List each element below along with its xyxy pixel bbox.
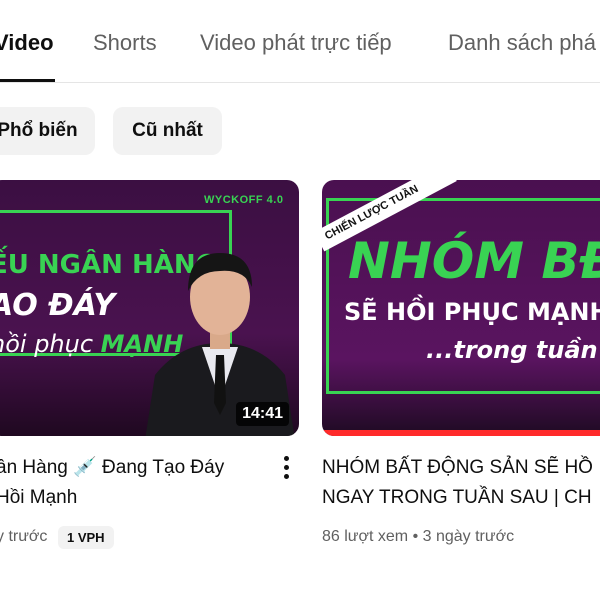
video-meta-1: y trước bbox=[0, 528, 48, 545]
channel-tabs: Video Shorts Video phát trực tiếp Danh s… bbox=[0, 0, 600, 83]
video-thumbnail-2[interactable]: CHIẾN LƯỢC TUẦN NHÓM BĐS SẼ HỒI PHỤC MẠN… bbox=[322, 180, 600, 436]
video-title-line: Hồi Mạnh bbox=[0, 487, 78, 508]
active-tab-indicator bbox=[0, 79, 55, 82]
tab-video[interactable]: Video bbox=[0, 30, 54, 56]
video-title-line: NGAY TRONG TUẦN SAU | CH bbox=[322, 487, 592, 508]
thumb-text-line2: AO ĐÁY bbox=[0, 288, 116, 323]
chip-label: Phổ biến bbox=[0, 120, 78, 141]
chip-popular[interactable]: Phổ biến bbox=[0, 107, 95, 155]
video-thumbnail-1[interactable]: WYCKOFF 4.0 ẾU NGÂN HÀNG AO ĐÁY hồi phục… bbox=[0, 180, 299, 436]
chip-label: Cũ nhất bbox=[132, 120, 203, 141]
video-duration: 14:41 bbox=[236, 402, 289, 426]
tab-live[interactable]: Video phát trực tiếp bbox=[200, 30, 392, 56]
tab-shorts[interactable]: Shorts bbox=[93, 30, 157, 56]
video-title-2[interactable]: NHÓM BẤT ĐỘNG SẢN SẼ HỒ NGAY TRONG TUẦN … bbox=[322, 453, 600, 513]
thumb-badge: WYCKOFF 4.0 bbox=[204, 194, 284, 206]
more-vert-icon[interactable] bbox=[284, 456, 290, 483]
thumb-text-white: hồi phục bbox=[0, 330, 101, 358]
video-title-line: NHÓM BẤT ĐỘNG SẢN SẼ HỒ bbox=[322, 457, 593, 478]
video-title-line: ân Hàng 💉 Đang Tạo Đáy bbox=[0, 457, 225, 478]
video-meta-2: 86 lượt xem • 3 ngày trước bbox=[322, 528, 515, 545]
tab-playlists[interactable]: Danh sách phá bbox=[448, 30, 596, 56]
vph-badge: 1 VPH bbox=[58, 526, 114, 549]
thumb-text-line2: SẼ HỒI PHỤC MẠNH bbox=[344, 298, 600, 326]
chip-oldest[interactable]: Cũ nhất bbox=[113, 107, 222, 155]
thumb-text-line1: NHÓM BĐS bbox=[348, 232, 600, 290]
thumb-text-line3: ...trong tuần sa bbox=[426, 336, 600, 364]
video-title-1[interactable]: ân Hàng 💉 Đang Tạo Đáy Hồi Mạnh bbox=[0, 453, 266, 513]
watch-progress-bar bbox=[322, 430, 600, 436]
